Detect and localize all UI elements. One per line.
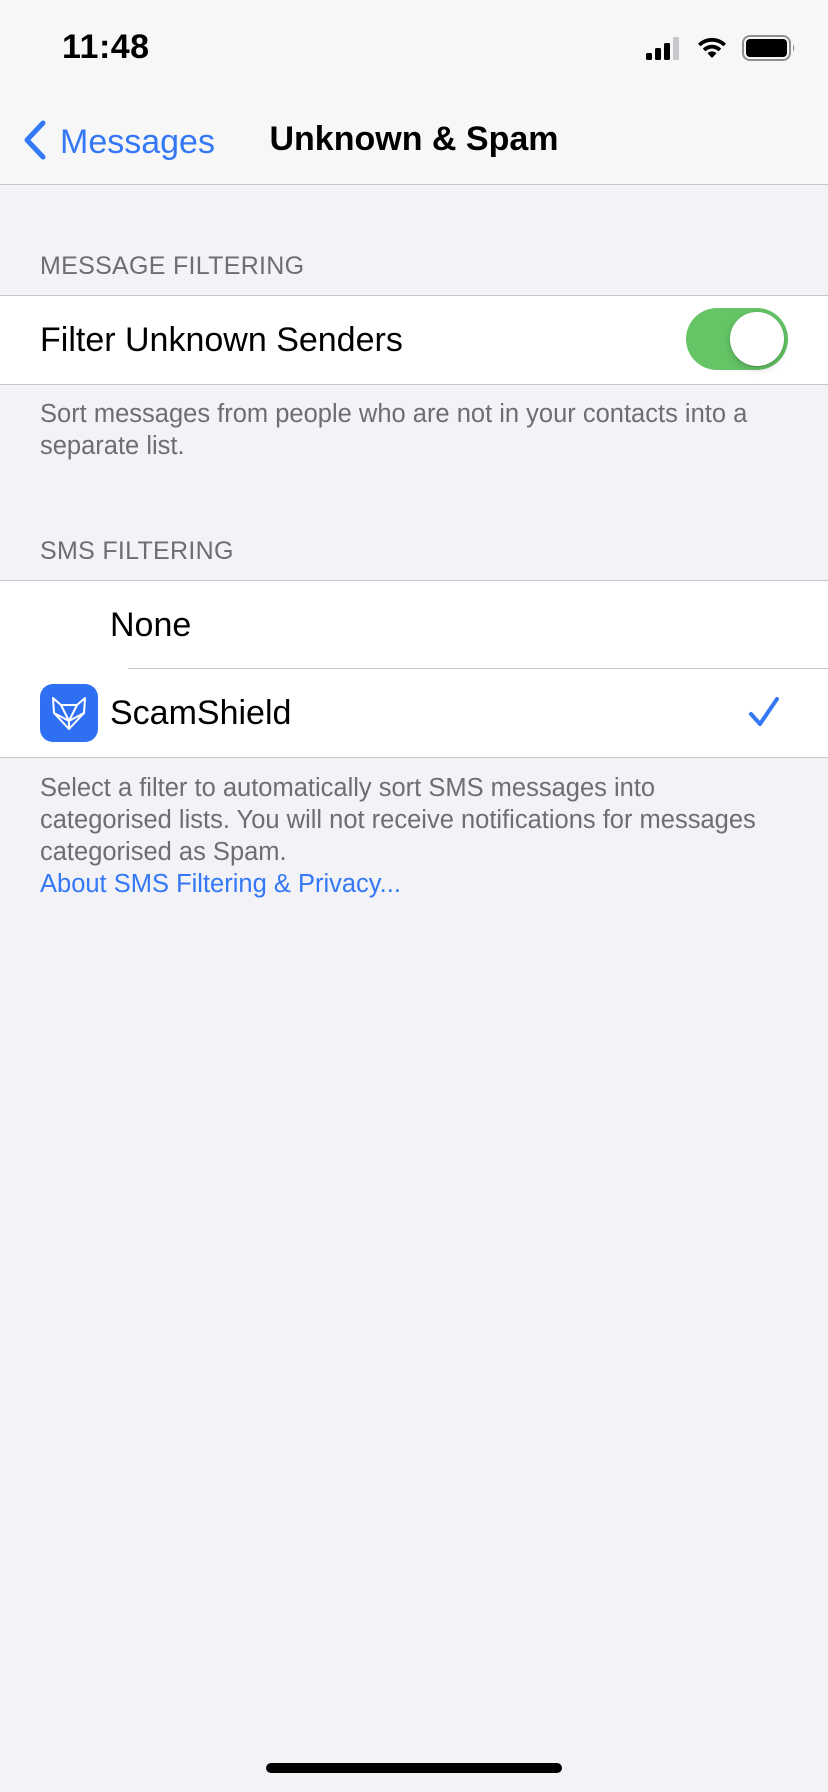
about-sms-filtering-link[interactable]: About SMS Filtering & Privacy... <box>40 868 790 900</box>
section-header-message-filtering: MESSAGE FILTERING <box>40 252 305 280</box>
message-filtering-group: Filter Unknown Senders <box>0 295 828 385</box>
section-header-sms-filtering: SMS FILTERING <box>40 537 234 565</box>
battery-icon <box>742 34 796 66</box>
fox-icon <box>40 684 98 742</box>
status-time: 11:48 <box>62 28 150 66</box>
filter-unknown-senders-label: Filter Unknown Senders <box>40 320 403 359</box>
cellular-signal-icon <box>646 36 682 65</box>
sms-filter-option-scamshield[interactable]: ScamShield <box>0 669 828 757</box>
toggle-knob <box>730 312 784 366</box>
option-label-scamshield: ScamShield <box>110 693 292 732</box>
filter-unknown-senders-toggle[interactable] <box>686 308 788 370</box>
sms-filtering-footer-text: Select a filter to automatically sort SM… <box>40 774 756 866</box>
status-bar: 11:48 <box>0 0 828 100</box>
sms-filtering-group: None ScamShield <box>0 580 828 758</box>
sms-filter-option-none[interactable]: None <box>0 581 828 669</box>
option-label-none: None <box>110 605 192 644</box>
home-indicator[interactable] <box>266 1763 562 1773</box>
navigation-bar: Messages Unknown & Spam <box>0 100 828 185</box>
page-title: Unknown & Spam <box>269 120 559 158</box>
sms-filtering-footer: Select a filter to automatically sort SM… <box>40 772 790 900</box>
status-icons <box>646 34 796 66</box>
wifi-icon <box>696 36 728 65</box>
checkmark-icon <box>748 695 780 734</box>
message-filtering-footer: Sort messages from people who are not in… <box>40 400 748 460</box>
filter-unknown-senders-row: Filter Unknown Senders <box>0 296 828 384</box>
